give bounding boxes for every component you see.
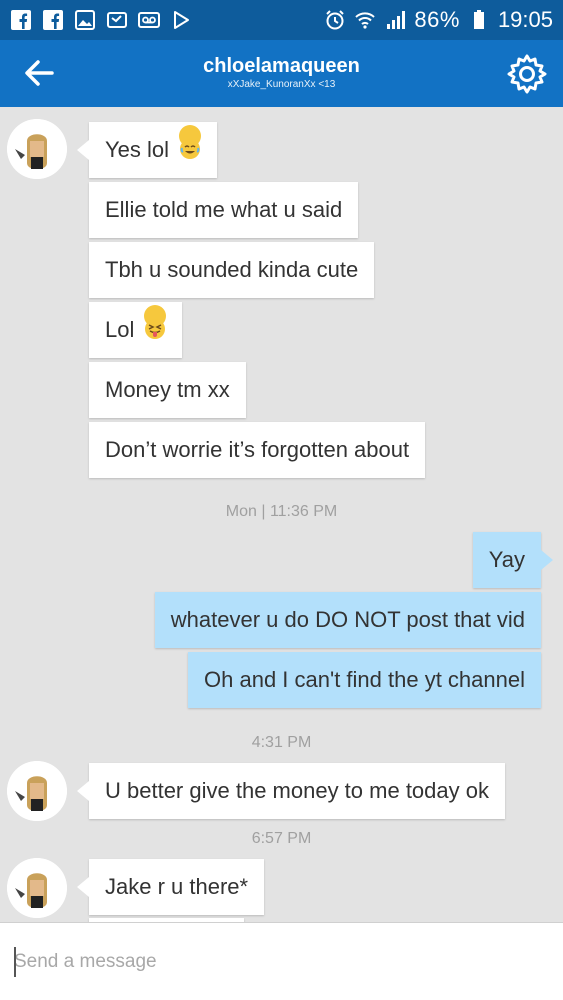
message-text: Jake r u there*: [105, 874, 249, 899]
message-text: Ellie told me what u said: [105, 197, 343, 222]
message-outgoing[interactable]: Yay: [472, 532, 554, 588]
message-input[interactable]: [14, 947, 549, 977]
squinting-tongue-emoji: [144, 305, 167, 339]
avatar[interactable]: [7, 119, 67, 179]
message-text: Money tm xx: [105, 377, 230, 402]
message-text: U better give the money to me today ok: [105, 778, 489, 803]
message-incoming[interactable]: Jake r u there*: [76, 859, 265, 915]
message-text: Yay: [488, 547, 525, 572]
timestamp: Mon | 11:36 PM: [225, 503, 338, 520]
message-text: Yes lol: [105, 137, 170, 162]
play-store-icon: [170, 9, 192, 31]
facebook-icon: [42, 9, 64, 31]
page-subtitle: xXJake_KunoranXx <13: [227, 79, 336, 90]
settings-button[interactable]: [505, 52, 549, 96]
message-incoming[interactable]: Money tm xx: [89, 362, 246, 418]
message-text: whatever u do DO NOT post that vid: [170, 607, 525, 632]
message-incoming[interactable]: Don’t worrie it’s forgotten about: [89, 422, 426, 478]
signal-icon: [384, 9, 406, 31]
facebook-icon: [10, 9, 32, 31]
avatar[interactable]: [7, 858, 67, 918]
text-cursor: [14, 947, 16, 977]
message-incoming[interactable]: Ellie told me what u said: [89, 182, 359, 238]
message-list[interactable]: Yes lol Ellie told me what u said Tbh u …: [0, 107, 563, 922]
message-incoming[interactable]: Yes lol: [76, 122, 218, 178]
message-incoming[interactable]: Tbh u sounded kinda cute: [89, 242, 375, 298]
tears-of-joy-emoji: [179, 125, 202, 159]
message-text: Tbh u sounded kinda cute: [105, 257, 359, 282]
message-incoming[interactable]: U better give the money to me today ok: [77, 763, 505, 819]
message-incoming[interactable]: Lol: [89, 302, 183, 358]
clock: 19:05: [497, 7, 553, 32]
message-outgoing[interactable]: whatever u do DO NOT post that vid: [154, 592, 541, 648]
gallery-icon: [74, 9, 96, 31]
gear-icon: [507, 54, 547, 94]
conversation-header: chloelamaqueen xXJake_KunoranXx <13: [0, 54, 563, 92]
message-text: Oh and I can't find the yt channel: [204, 667, 525, 692]
page-title: chloelamaqueen: [203, 55, 360, 77]
message-composer: [0, 922, 563, 1000]
missed-call-icon: [106, 9, 128, 31]
voicemail-icon: [138, 9, 160, 31]
wifi-icon: [354, 9, 376, 31]
status-bar: 86% 19:05: [0, 0, 563, 40]
timestamp: 4:31 PM: [251, 734, 312, 751]
timestamp: 6:57 PM: [251, 830, 312, 847]
app-bar: chloelamaqueen xXJake_KunoranXx <13: [0, 40, 563, 107]
message-outgoing[interactable]: Oh and I can't find the yt channel: [188, 652, 541, 708]
battery-icon: [468, 9, 490, 31]
battery-percentage: 86%: [414, 7, 460, 32]
message-text: Lol: [105, 317, 135, 342]
message-text: Don’t worrie it’s forgotten about: [105, 437, 410, 462]
alarm-icon: [324, 9, 346, 31]
avatar[interactable]: [7, 761, 67, 821]
